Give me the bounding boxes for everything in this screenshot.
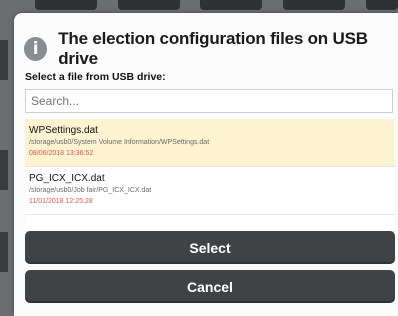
cancel-button[interactable]: Cancel bbox=[25, 270, 395, 303]
background-tab bbox=[283, 0, 345, 10]
background-tab bbox=[118, 0, 180, 10]
background-panel bbox=[0, 232, 8, 272]
file-list-item-wpsettings[interactable]: WPSettings.dat /storage/usb0/System Volu… bbox=[25, 119, 395, 167]
file-path: /storage/usb0/Job fair/PG_ICX_ICX.dat bbox=[29, 187, 152, 194]
dialog-header: i The election configuration files on US… bbox=[24, 29, 398, 69]
background-panel bbox=[0, 150, 8, 190]
file-date: 08/06/2018 13:36:52 bbox=[29, 150, 94, 157]
search-input[interactable] bbox=[25, 89, 393, 113]
info-icon: i bbox=[24, 37, 48, 61]
file-name: WPSettings.dat bbox=[29, 125, 98, 136]
file-list: WPSettings.dat /storage/usb0/System Volu… bbox=[25, 119, 395, 232]
select-file-prompt: Select a file from USB drive: bbox=[25, 71, 166, 83]
file-date: 11/01/2018 12:25:28 bbox=[29, 198, 93, 205]
dialog-title: The election configuration files on USB … bbox=[58, 29, 368, 68]
file-path: /storage/usb0/System Volume Information/… bbox=[29, 139, 210, 146]
background-tab bbox=[35, 0, 97, 10]
background-tab bbox=[200, 0, 262, 10]
background-panel bbox=[0, 40, 8, 80]
select-button[interactable]: Select bbox=[25, 231, 395, 264]
file-list-item-pg-icx[interactable]: PG_ICX_ICX.dat /storage/usb0/Job fair/PG… bbox=[25, 167, 395, 215]
background-tab bbox=[366, 0, 398, 10]
file-name: PG_ICX_ICX.dat bbox=[29, 173, 105, 184]
file-picker-dialog: i The election configuration files on US… bbox=[14, 13, 398, 316]
